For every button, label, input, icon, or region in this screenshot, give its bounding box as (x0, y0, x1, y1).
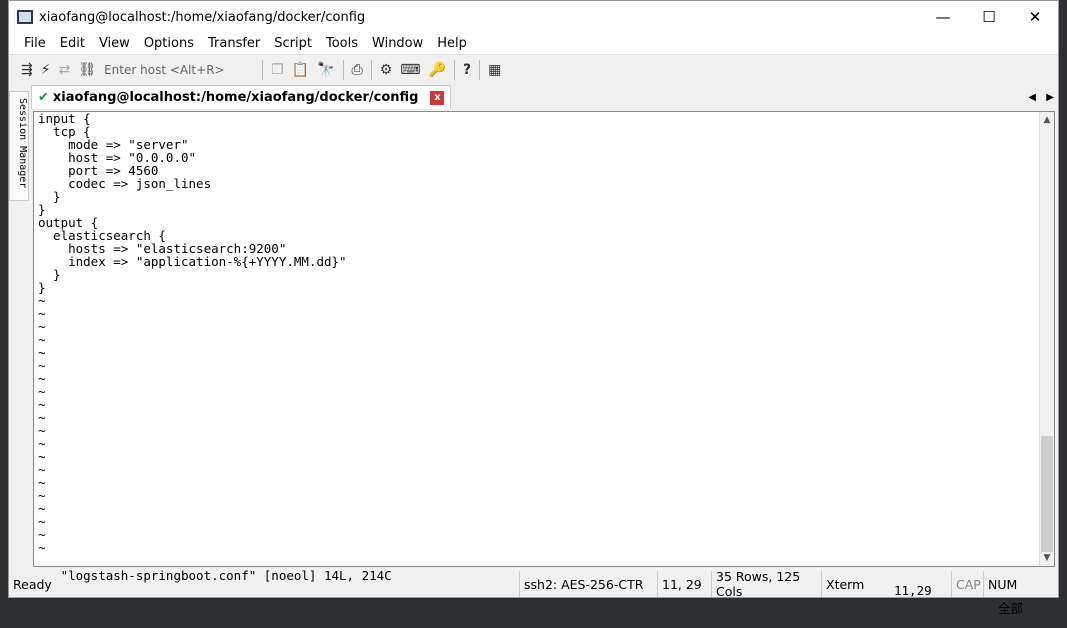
scroll-up-icon[interactable]: ▲ (1040, 115, 1054, 125)
terminal-line: ~ (38, 410, 46, 425)
status-cursor: 11, 29 (657, 571, 711, 597)
terminal-line: ~ (38, 488, 46, 503)
find-icon[interactable]: 🔭 (317, 62, 334, 78)
maximize-button[interactable]: ☐ (966, 1, 1012, 33)
menu-bar: File Edit View Options Transfer Script Tools Wi… (9, 33, 1058, 55)
window-title: xiaofang@localhost:/home/xiaofang/docker… (39, 9, 366, 25)
divider (262, 60, 264, 80)
tab-close-button[interactable]: x (430, 90, 445, 105)
terminal-line: ~ (38, 514, 46, 529)
menu-transfer[interactable]: Transfer (208, 36, 260, 51)
status-bar: Ready ssh2: AES-256-CTR 11, 29 35 Rows, … (9, 569, 1058, 599)
minimize-button[interactable]: — (920, 1, 966, 33)
connect-icon[interactable]: ⇶ (21, 62, 33, 78)
terminal-line: index => "application-%{+YYYY.MM.dd}" (38, 254, 347, 269)
status-cipher: ssh2: AES-256-CTR (519, 571, 657, 597)
tab-scroll-right[interactable]: ▶ (1046, 92, 1054, 103)
terminal-line: ~ (38, 397, 46, 412)
paste-icon[interactable]: 📋 (292, 62, 309, 78)
menu-edit[interactable]: Edit (60, 36, 85, 51)
copy-icon[interactable]: ❐ (271, 62, 284, 78)
terminal-line: ~ (38, 423, 46, 438)
terminal-line: codec => json_lines (38, 176, 212, 191)
quick-connect-icon[interactable]: ⚡ (41, 62, 51, 78)
session-tab[interactable]: ✔ xiaofang@localhost:/home/xiaofang/dock… (31, 85, 452, 109)
terminal-line: ~ (38, 475, 46, 490)
host-input[interactable]: Enter host <Alt+R> (104, 63, 254, 77)
divider (370, 60, 372, 80)
terminal-line: ~ (38, 332, 46, 347)
close-button[interactable]: ✕ (1012, 1, 1058, 33)
reconnect-icon[interactable]: ⇄ (59, 62, 71, 78)
menu-options[interactable]: Options (144, 36, 194, 51)
menu-script[interactable]: Script (274, 36, 312, 51)
terminal[interactable]: input { tcp { mode => "server" host => "… (33, 111, 1055, 616)
status-emulation: Xterm (821, 571, 951, 597)
title-bar: xiaofang@localhost:/home/xiaofang/docker… (9, 1, 1058, 33)
toolbar: ⇶ ⚡ ⇄ ⛓ Enter host <Alt+R> ❐ 📋 🔭 ⎙ ⚙ ⌨ 🔑… (9, 57, 1058, 83)
divider (342, 60, 344, 80)
status-size: 35 Rows, 125 Cols (711, 569, 821, 599)
vertical-scrollbar[interactable]: ▲ ▼ (1039, 112, 1054, 566)
terminal-line: ~ (38, 436, 46, 451)
terminal-line: ~ (38, 345, 46, 360)
terminal-text: input { tcp { mode => "server" host => "… (38, 112, 347, 554)
terminal-line: ~ (38, 527, 46, 542)
terminal-line: ~ (38, 293, 46, 308)
check-icon: ✔ (38, 90, 49, 105)
session-manager-tab[interactable]: Session Manager (9, 91, 29, 201)
terminal-line: ~ (38, 449, 46, 464)
settings-icon[interactable]: ⚙ (380, 62, 393, 78)
disconnect-icon[interactable]: ⛓ (78, 62, 96, 78)
tab-bar: ✔ xiaofang@localhost:/home/xiaofang/dock… (31, 85, 1060, 109)
help-icon[interactable]: ? (463, 62, 471, 78)
terminal-line: } (38, 267, 61, 282)
print-icon[interactable]: ⎙ (352, 62, 363, 78)
menu-help[interactable]: Help (437, 36, 467, 51)
key-icon[interactable]: 🔑 (429, 62, 446, 78)
status-ready: Ready (13, 576, 52, 592)
keymap-icon[interactable]: ⌨ (400, 62, 420, 78)
terminal-line: ~ (38, 384, 46, 399)
tab-label: xiaofang@localhost:/home/xiaofang/docker… (52, 90, 419, 105)
terminal-line: ~ (38, 501, 46, 516)
divider (453, 60, 455, 80)
securecrt-window: xiaofang@localhost:/home/xiaofang/docker… (8, 0, 1060, 616)
terminal-line: ~ (38, 462, 46, 477)
terminal-line: ~ (38, 306, 46, 321)
terminal-line: } (38, 280, 46, 295)
menu-file[interactable]: File (24, 36, 46, 51)
terminal-line: } (38, 189, 61, 204)
tab-scroll-left[interactable]: ◀ (1028, 92, 1036, 103)
status-num: NUM (983, 571, 1019, 597)
status-cap: CAP (951, 571, 983, 597)
terminal-line: ~ (38, 319, 46, 334)
terminal-line: ~ (38, 371, 46, 386)
menu-tools[interactable]: Tools (326, 36, 358, 51)
menu-window[interactable]: Window (372, 36, 423, 51)
scrollbar-thumb[interactable] (1041, 436, 1053, 552)
terminal-line: ~ (38, 358, 46, 373)
scroll-down-icon[interactable]: ▼ (1040, 553, 1054, 563)
sftp-icon[interactable]: ▦ (488, 62, 501, 78)
scroll-position: 全部 (998, 601, 1024, 616)
menu-view[interactable]: View (99, 36, 130, 51)
app-icon (17, 10, 33, 24)
divider (479, 60, 481, 80)
